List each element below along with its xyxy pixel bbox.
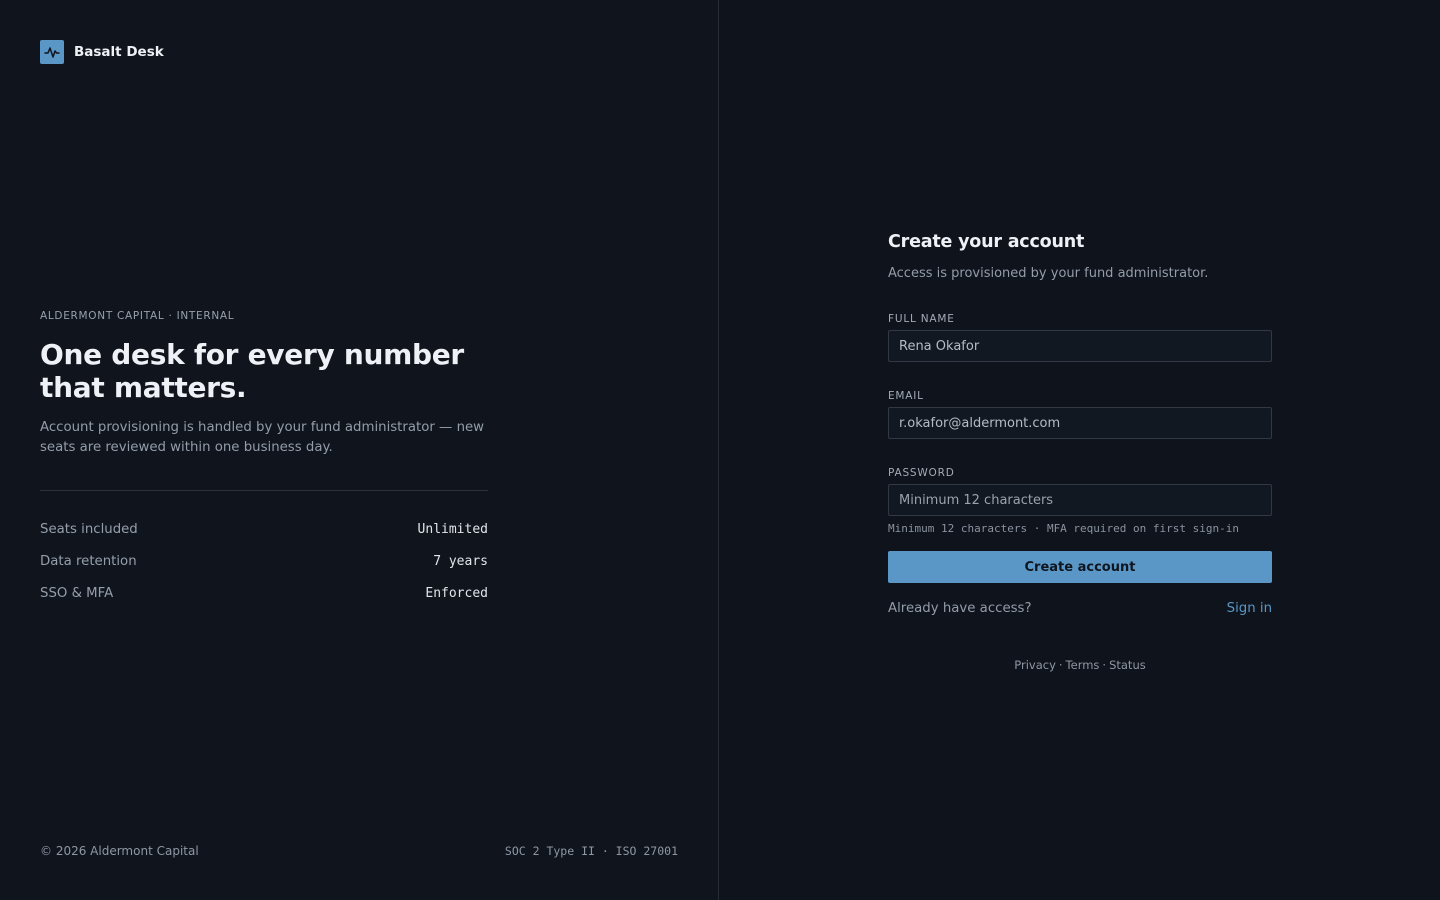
copyright: © 2026 Aldermont Capital	[40, 844, 199, 858]
password-label: PASSWORD	[888, 467, 955, 479]
eyebrow: ALDERMONT CAPITAL · INTERNAL	[40, 310, 235, 322]
privacy-link[interactable]: Privacy	[1014, 658, 1056, 672]
fact-row-retention: Data retention 7 years	[40, 545, 488, 577]
password-hint: Minimum 12 characters · MFA required on …	[888, 522, 1239, 535]
fact-value: 7 years	[433, 553, 488, 569]
full-name-field: FULL NAME	[888, 307, 1272, 362]
pulse-icon	[40, 40, 64, 64]
lede: Account provisioning is handled by your …	[40, 420, 485, 455]
signin-row: Already have access? Sign in	[888, 601, 1272, 616]
facts-list: Seats included Unlimited Data retention …	[40, 513, 488, 609]
fact-value: Enforced	[425, 585, 488, 601]
fact-row-seats: Seats included Unlimited	[40, 513, 488, 545]
signup-page: Basalt Desk ALDERMONT CAPITAL · INTERNAL…	[0, 0, 1440, 900]
fact-value: Unlimited	[417, 521, 488, 537]
separator: ·	[1102, 658, 1107, 672]
email-label: EMAIL	[888, 390, 924, 402]
fact-label: Seats included	[40, 521, 138, 537]
status-link[interactable]: Status	[1109, 658, 1146, 672]
footer-links: Privacy · Terms · Status	[888, 658, 1272, 672]
fact-label: Data retention	[40, 553, 137, 569]
headline: One desk for every number that matters.	[40, 338, 464, 404]
signup-form: Create your account Access is provisione…	[888, 232, 1272, 672]
email-field: EMAIL	[888, 384, 1272, 439]
full-name-label: FULL NAME	[888, 313, 955, 325]
divider	[40, 490, 488, 491]
signin-prompt: Already have access?	[888, 601, 1032, 616]
compliance-badges: SOC 2 Type II · ISO 27001	[504, 844, 678, 858]
terms-link[interactable]: Terms	[1066, 658, 1100, 672]
brand[interactable]: Basalt Desk	[40, 40, 164, 64]
brand-name: Basalt Desk	[74, 44, 164, 60]
info-panel: Basalt Desk ALDERMONT CAPITAL · INTERNAL…	[0, 0, 719, 900]
password-input[interactable]	[888, 484, 1272, 516]
form-subtitle: Access is provisioned by your fund admin…	[888, 266, 1209, 281]
signin-link[interactable]: Sign in	[1227, 601, 1272, 616]
email-input[interactable]	[888, 407, 1272, 439]
fact-row-sso: SSO & MFA Enforced	[40, 577, 488, 609]
separator: ·	[1058, 658, 1063, 672]
form-title: Create your account	[888, 232, 1085, 252]
form-panel: Create your account Access is provisione…	[720, 0, 1440, 900]
full-name-input[interactable]	[888, 330, 1272, 362]
fact-label: SSO & MFA	[40, 585, 114, 601]
password-field: PASSWORD Minimum 12 characters · MFA req…	[888, 461, 1272, 535]
create-account-button[interactable]: Create account	[888, 551, 1272, 583]
